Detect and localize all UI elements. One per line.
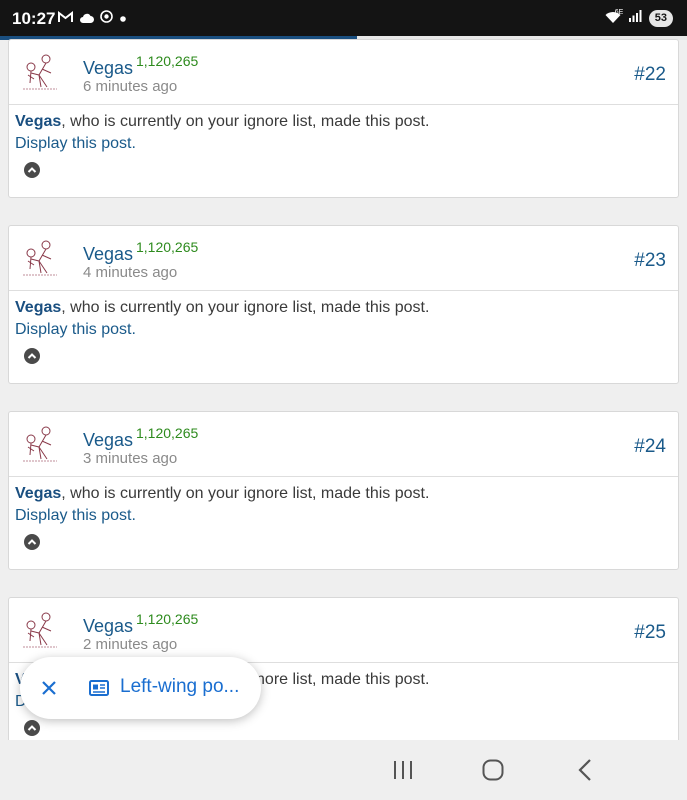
collapse-button[interactable] — [24, 162, 40, 178]
article-icon — [89, 678, 109, 698]
post-header: Vegas 1,120,265 3 minutes ago #24 — [9, 412, 678, 477]
post-card: Vegas 1,120,265 6 minutes ago #22 Vegas,… — [8, 39, 679, 198]
post-count: 1,120,265 — [136, 425, 199, 441]
chevron-up-icon — [27, 167, 37, 173]
post-card: Vegas 1,120,265 3 minutes ago #24 Vegas,… — [8, 411, 679, 570]
ignore-notice: Vegas, who is currently on your ignore l… — [15, 297, 675, 319]
username-link[interactable]: Vegas — [83, 244, 133, 265]
wifi-tag: 6E — [614, 9, 624, 16]
wifi-6e-icon: 6E — [605, 9, 624, 25]
navigation-bar — [0, 740, 687, 800]
ignore-notice-text: , who is currently on your ignore list, … — [61, 299, 430, 316]
ignored-user-link[interactable]: Vegas — [15, 113, 61, 130]
display-post-link[interactable]: Display this post. — [15, 133, 675, 155]
post-time: 3 minutes ago — [83, 450, 178, 467]
chevron-up-icon — [27, 539, 37, 545]
signal-icon — [628, 9, 643, 27]
post-body: Vegas, who is currently on your ignore l… — [15, 483, 675, 527]
post-number-link[interactable]: #23 — [634, 250, 666, 272]
ignore-notice-text: , who is currently on your ignore list, … — [61, 485, 430, 502]
cloud-icon — [79, 10, 94, 28]
post-header: Vegas 1,120,265 4 minutes ago #23 — [9, 226, 678, 291]
ignore-notice: Vegas, who is currently on your ignore l… — [15, 111, 675, 133]
post-count: 1,120,265 — [136, 53, 199, 69]
post-header: Vegas 1,120,265 2 minutes ago #25 — [9, 598, 678, 663]
collapse-button[interactable] — [24, 720, 40, 736]
post-number-link[interactable]: #25 — [634, 622, 666, 644]
status-bar: 10:27 6E 53 — [0, 0, 687, 36]
chevron-up-icon — [27, 353, 37, 359]
collapse-button[interactable] — [24, 534, 40, 550]
gmail-icon — [58, 10, 73, 28]
ignore-notice-text: , who is currently on your ignore list, … — [61, 113, 430, 130]
username-link[interactable]: Vegas — [83, 616, 133, 637]
article-chip-label[interactable]: Left-wing po... — [120, 676, 239, 698]
username-link[interactable]: Vegas — [83, 58, 133, 79]
battery-icon: 53 — [648, 9, 673, 27]
chevron-up-icon — [27, 725, 37, 731]
avatar[interactable] — [19, 51, 61, 93]
display-post-link[interactable]: Display this post. — [15, 319, 675, 341]
home-icon[interactable] — [477, 754, 509, 786]
floating-article-chip[interactable]: Left-wing po... — [20, 657, 261, 719]
avatar[interactable] — [19, 609, 61, 651]
post-body: Vegas, who is currently on your ignore l… — [15, 111, 675, 155]
status-icons-right: 6E 53 — [605, 9, 673, 27]
collapse-button[interactable] — [24, 348, 40, 364]
status-time: 10:27 — [12, 9, 56, 28]
post-header: Vegas 1,120,265 6 minutes ago #22 — [9, 40, 678, 105]
post-body: Vegas, who is currently on your ignore l… — [15, 297, 675, 341]
display-post-link[interactable]: Display this post. — [15, 505, 675, 527]
post-count: 1,120,265 — [136, 239, 199, 255]
ignored-user-link[interactable]: Vegas — [15, 299, 61, 316]
notification-dot-icon — [119, 10, 127, 28]
post-count: 1,120,265 — [136, 611, 199, 627]
close-icon[interactable] — [38, 677, 60, 699]
avatar[interactable] — [19, 423, 61, 465]
chrome-icon — [100, 10, 113, 28]
recent-apps-icon[interactable] — [387, 754, 419, 786]
post-time: 6 minutes ago — [83, 78, 178, 95]
ignore-notice: Vegas, who is currently on your ignore l… — [15, 483, 675, 505]
post-number-link[interactable]: #22 — [634, 64, 666, 86]
ignored-user-link[interactable]: Vegas — [15, 485, 61, 502]
post-number-link[interactable]: #24 — [634, 436, 666, 458]
post-card: Vegas 1,120,265 4 minutes ago #23 Vegas,… — [8, 225, 679, 384]
avatar[interactable] — [19, 237, 61, 279]
post-time: 2 minutes ago — [83, 636, 178, 653]
back-icon[interactable] — [569, 754, 601, 786]
username-link[interactable]: Vegas — [83, 430, 133, 451]
post-time: 4 minutes ago — [83, 264, 178, 281]
status-icons-left — [58, 10, 127, 28]
